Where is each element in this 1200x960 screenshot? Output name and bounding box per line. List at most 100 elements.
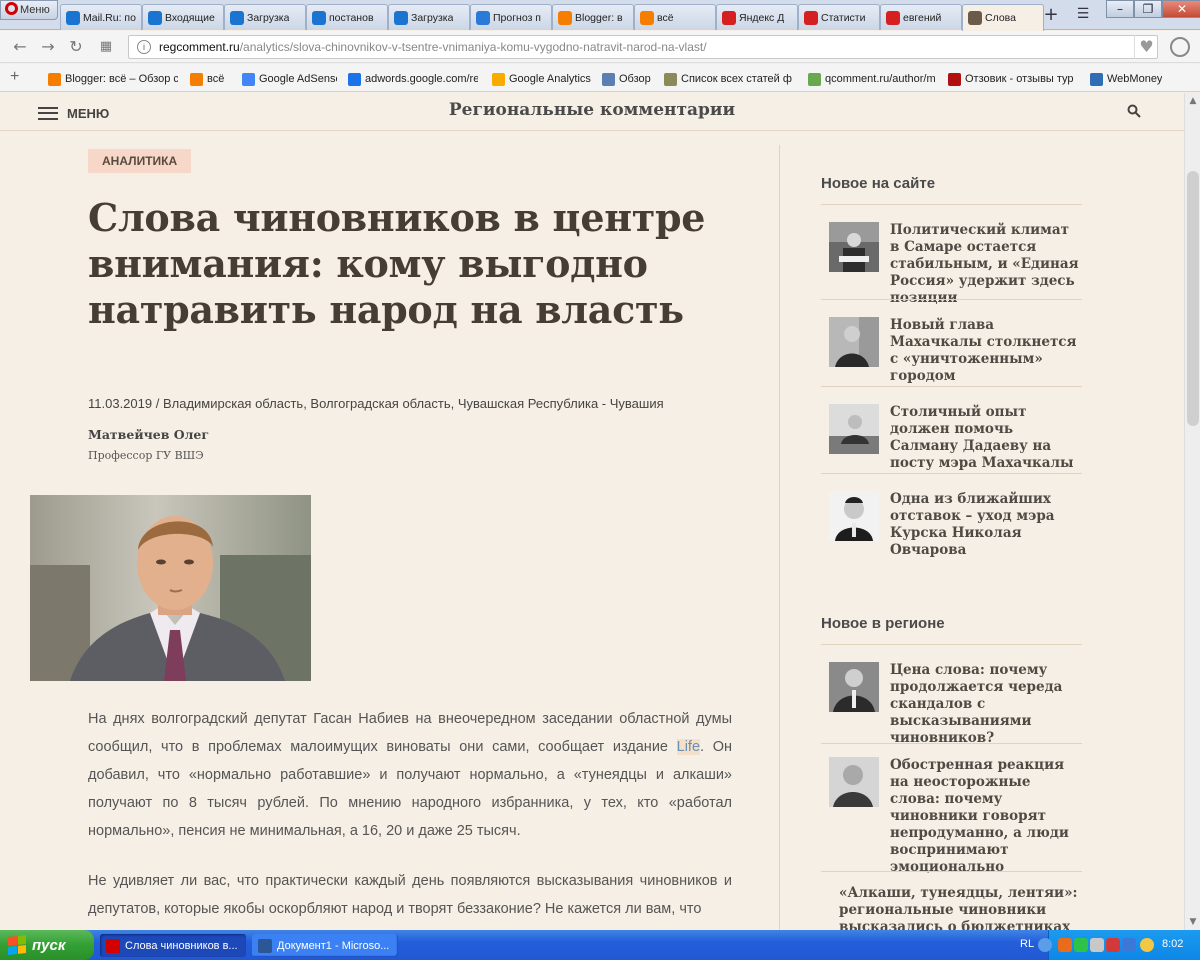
sidebar-news-item[interactable]: Политический климат в Самаре остается ст… [829,222,1089,306]
browser-tab[interactable]: Статисти [798,4,880,30]
tray-app-icon[interactable] [1106,938,1120,952]
taskbar-task[interactable]: Слова чиновников в... [100,934,246,957]
start-button[interactable]: пуск [0,930,94,960]
bookmark-item[interactable]: Google AdSense [242,71,337,87]
page-scrollbar[interactable]: ▲ ▼ [1184,93,1200,930]
address-bar-row: ← → ↻ ▦ i regcomment.ru/analytics/slova-… [0,31,1200,63]
yandex-icon [722,10,736,25]
news-thumbnail [829,662,879,712]
bookmark-item[interactable]: adwords.google.com/re [348,71,478,87]
sidebar-region-item[interactable]: Цена слова: почему продолжается череда с… [829,662,1089,746]
forward-arrow-icon[interactable]: → [38,37,58,57]
back-arrow-icon[interactable]: ← [10,37,30,57]
download-icon[interactable] [1170,37,1190,57]
sidebar-news-item[interactable]: Новый глава Махачкалы столкнется с «унич… [829,317,1089,384]
bookmark-item[interactable]: WebMoney [1090,71,1162,87]
category-badge[interactable]: АНАЛИТИКА [88,149,192,173]
news-headline: Новый глава Махачкалы столкнется с «унич… [890,317,1077,384]
tray-app-icon[interactable] [1058,938,1072,952]
blogger-icon [558,10,572,25]
taskbar-task-label: Документ1 - Microso... [277,939,390,952]
yandex-icon [886,10,900,25]
close-window-icon[interactable]: ✕ [1162,0,1200,18]
browser-tab[interactable]: постанов [306,4,388,30]
tray-volume-icon[interactable] [1140,938,1154,952]
web-page: МЕНЮ Региональные комментарии АНАЛИТИКА … [0,93,1184,930]
taskbar-task[interactable]: Документ1 - Microso... [252,934,398,957]
url-host: regcomment.ru [159,40,240,54]
sidebar-news-item[interactable]: Одна из ближайших отставок – уход мэра К… [829,491,1089,558]
news-headline: Цена слова: почему продолжается череда с… [890,662,1063,746]
site-header: МЕНЮ Региональные комментарии [0,93,1184,131]
language-indicator[interactable]: RL [1020,938,1034,950]
new-tab-button[interactable]: + [1040,6,1062,26]
overview-icon [602,72,615,86]
speed-dial-grid-icon[interactable]: ▦ [96,37,116,57]
sidebar-news-item[interactable]: Столичный опыт должен помочь Салману Дад… [829,404,1089,471]
bookmark-item[interactable]: Список всех статей ф [664,71,792,87]
mail-at-icon [230,10,244,25]
browser-tab-label: евгений [903,11,942,24]
mail-at-icon [66,10,80,25]
taskbar-clock[interactable]: 8:02 [1162,938,1183,950]
article-paragraph-2: Не удивляет ли вас, что практически кажд… [88,873,732,917]
browser-tab[interactable]: Загрузка [388,4,470,30]
browser-tab-label: Mail.Ru: по [83,11,136,24]
scroll-up-arrow-icon[interactable]: ▲ [1185,93,1200,109]
site-title[interactable]: Региональные комментарии [0,100,1184,120]
tray-app-icon[interactable] [1074,938,1088,952]
bookmark-item[interactable]: Google Analytics [492,71,591,87]
url-field[interactable]: i regcomment.ru/analytics/slova-chinovni… [128,35,1158,59]
restore-icon[interactable]: ❐ [1134,0,1162,18]
sidebar-rule [821,299,1082,300]
news-headline: Политический климат в Самаре остается ст… [890,222,1079,306]
browser-tab[interactable]: евгений [880,4,962,30]
browser-tab-bar: Меню Mail.Ru: по Входящие Загрузка постанов… [0,0,1200,31]
author-name[interactable]: Матвейчев Олег [88,427,209,442]
yandex-icon [804,10,818,25]
author-role: Профессор ГУ ВШЭ [88,449,204,462]
browser-tab[interactable]: Загрузка [224,4,306,30]
blogger-icon [48,72,61,86]
mail-at-icon [312,10,326,25]
site-info-icon[interactable]: i [137,40,151,54]
scroll-down-arrow-icon[interactable]: ▼ [1185,914,1200,930]
tray-app-icon[interactable] [1122,938,1136,952]
add-bookmark-icon[interactable]: + [10,68,19,86]
bookmark-item[interactable]: всё [190,71,224,87]
reload-icon[interactable]: ↻ [66,37,86,57]
search-icon[interactable] [1127,104,1141,118]
article-paragraph-1: На днях волгоградский депутат Гасан Наби… [88,705,732,845]
otzovik-icon [948,72,961,86]
opera-logo-icon [5,2,18,15]
browser-tab[interactable]: Яндекс Д [716,4,798,30]
bookmark-heart-icon[interactable]: ♥ [1134,35,1158,59]
mail-at-icon [394,10,408,25]
bookmark-label: Обзор [619,73,651,85]
news-thumbnail [829,317,879,367]
browser-tab[interactable]: Слова [962,4,1044,31]
bookmark-item[interactable]: Обзор [602,71,651,87]
minimize-icon[interactable]: – [1106,0,1134,18]
bookmark-item[interactable]: qcomment.ru/author/m [808,71,936,87]
browser-tab[interactable]: Прогноз п [470,4,552,30]
webmoney-icon [1090,72,1103,86]
tray-arrow-icon[interactable] [1038,938,1052,952]
browser-tab[interactable]: Входящие [142,4,224,30]
sidebar-region-item[interactable]: Обостренная реакция на неосторожные слов… [829,757,1089,875]
bookmark-item[interactable]: Отзовик - отзывы тур [948,71,1074,87]
tab-menu-icon[interactable]: ☰ [1072,6,1094,26]
sidebar-rule [821,871,1082,872]
bookmark-item[interactable]: Blogger: всё – Обзор ст [48,71,178,87]
browser-tab[interactable]: Mail.Ru: по [60,4,142,30]
scroll-thumb[interactable] [1187,171,1199,426]
browser-tab[interactable]: всё [634,4,716,30]
article-regions[interactable]: Владимирская область, Волгоградская обла… [163,396,664,411]
column-divider [779,145,780,930]
bookmark-label: Список всех статей ф [681,73,792,85]
life-source-link[interactable]: Life [676,739,701,755]
tray-network-icon[interactable] [1090,938,1104,952]
browser-tab[interactable]: Blogger: в [552,4,634,30]
opera-menu-button[interactable]: Меню [0,0,58,20]
sidebar-region-item-text[interactable]: «Алкаши, тунеядцы, лентяи»: региональные… [839,885,1079,930]
